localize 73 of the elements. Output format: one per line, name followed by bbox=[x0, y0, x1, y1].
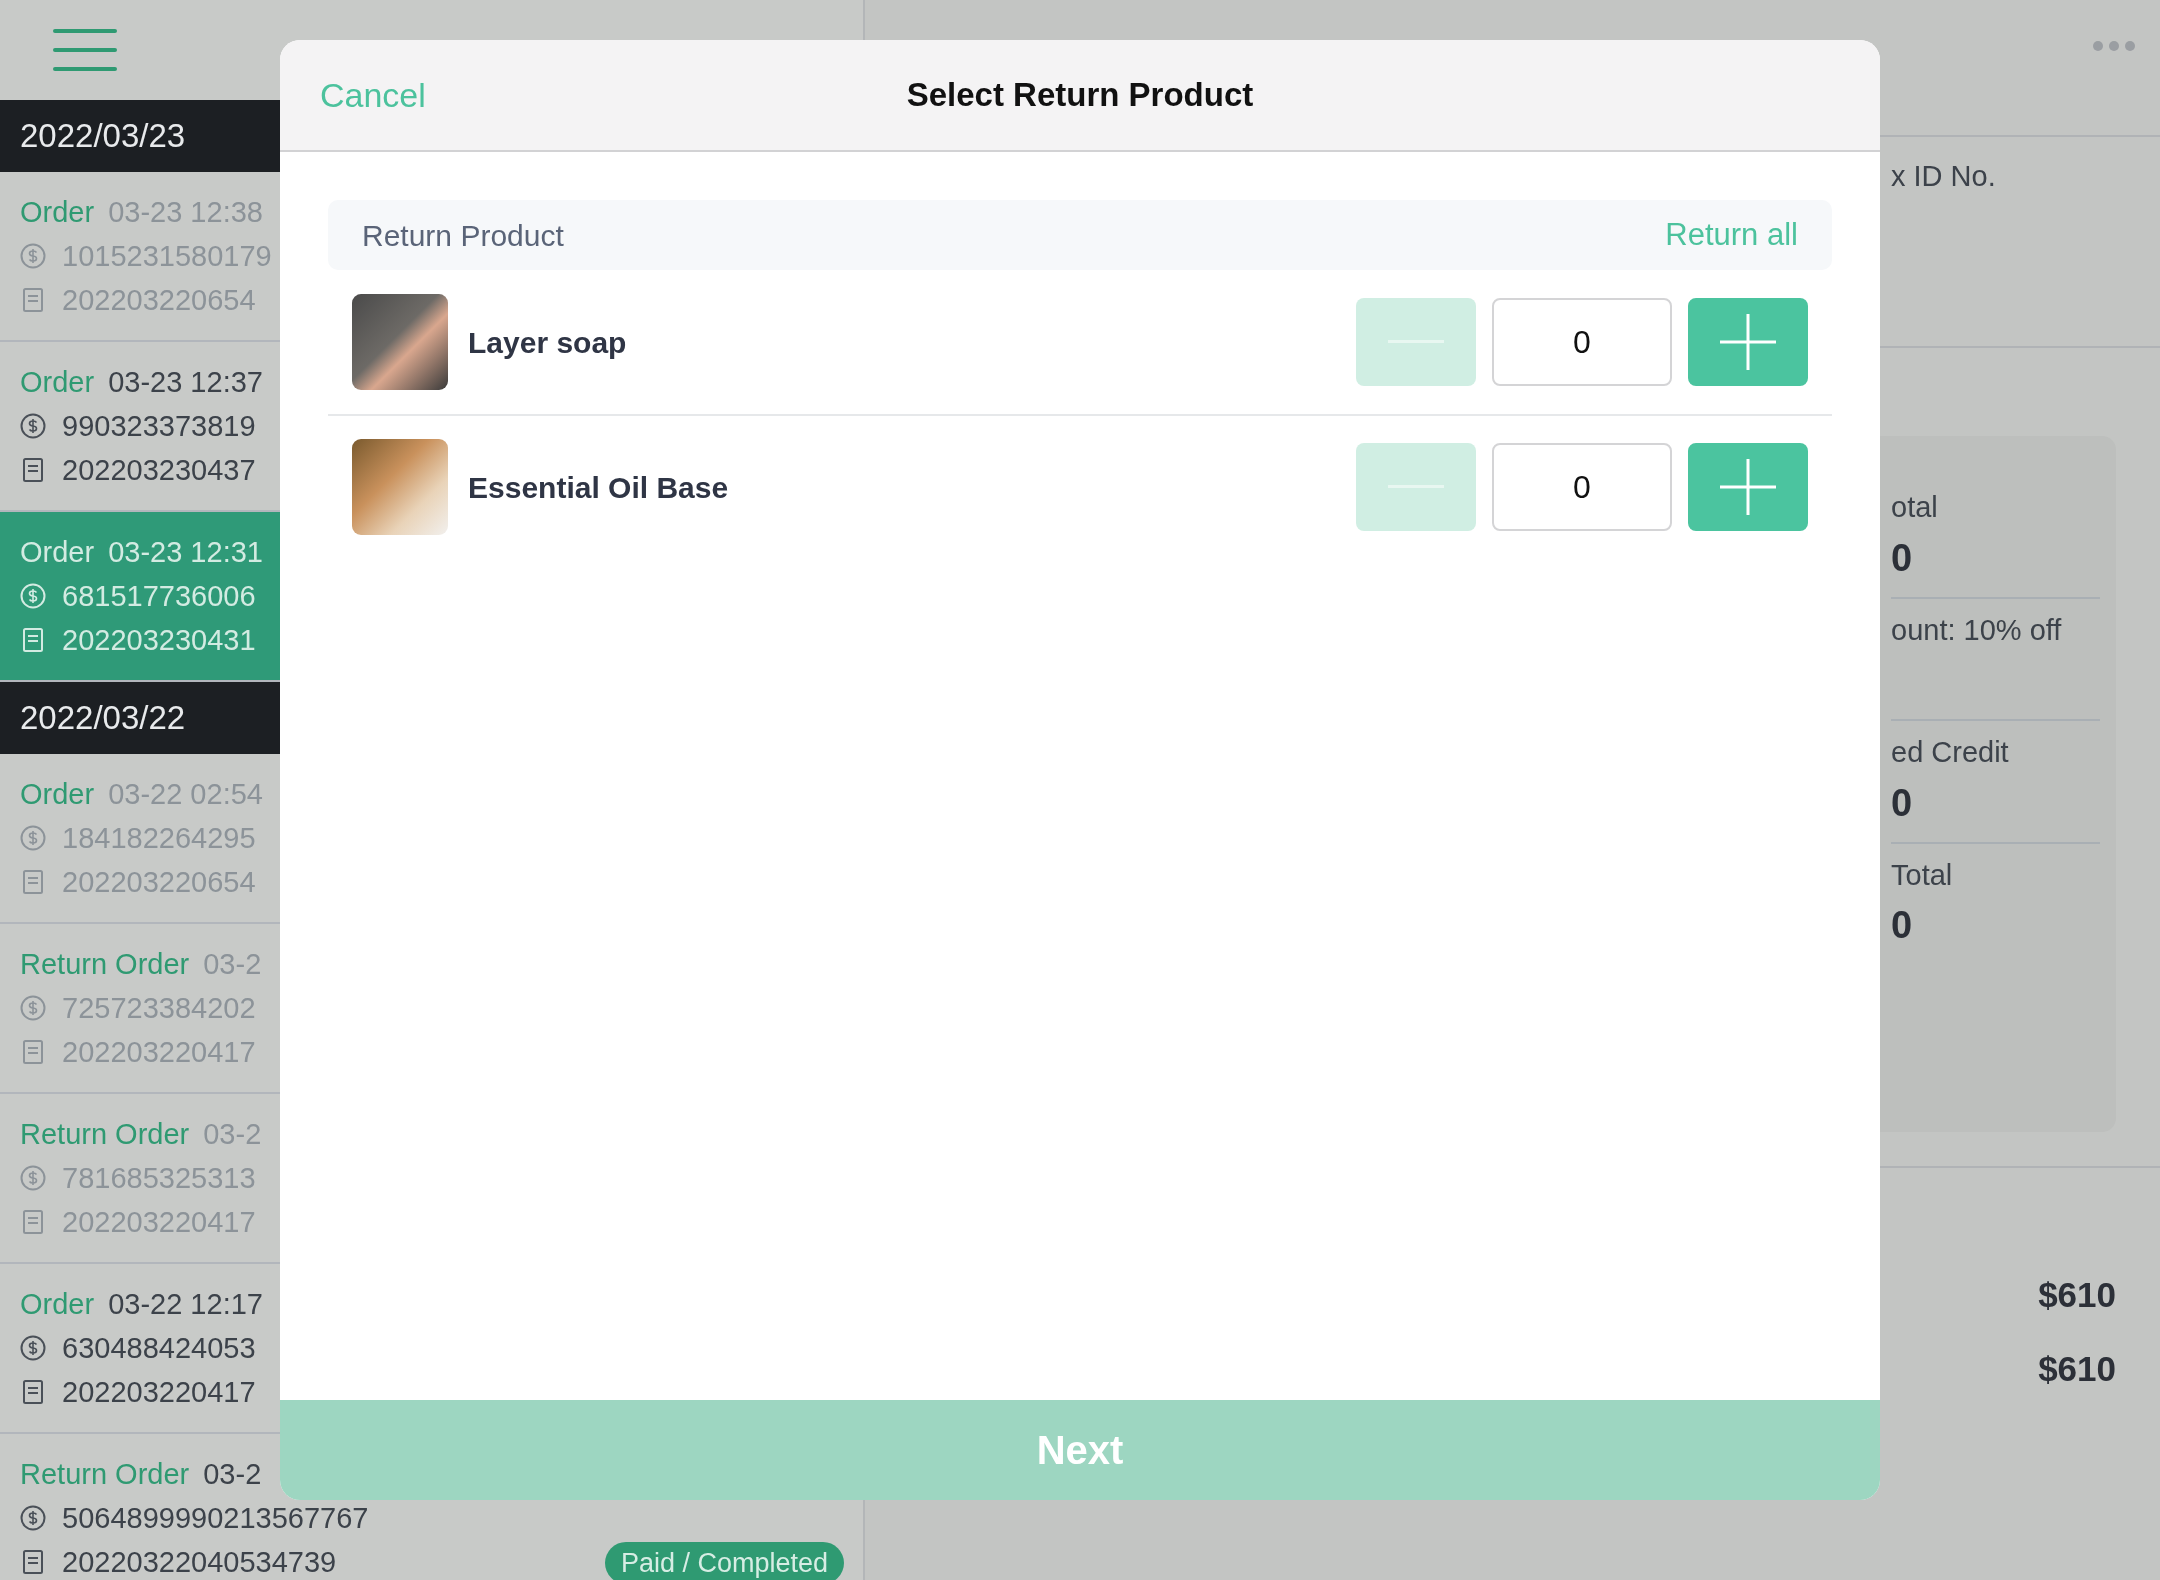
order-type: Return Order bbox=[20, 1457, 190, 1492]
dollar-icon bbox=[20, 1165, 46, 1191]
receipt-number: 202203220417 bbox=[62, 1375, 256, 1410]
order-type: Return Order bbox=[20, 1117, 190, 1152]
date-header: 2022/03/23 bbox=[20, 116, 186, 157]
plus-icon bbox=[1720, 459, 1776, 515]
receipt-icon bbox=[20, 287, 46, 313]
order-type: Order bbox=[20, 777, 95, 812]
tax-id-label: x ID No. bbox=[1891, 160, 1996, 192]
dollar-icon bbox=[20, 995, 46, 1021]
product-name: Layer soap bbox=[468, 324, 628, 361]
receipt-number: 202203220654 bbox=[62, 283, 256, 318]
product-name: Essential Oil Base bbox=[468, 469, 730, 506]
plus-button[interactable] bbox=[1688, 443, 1808, 531]
date-header: 2022/03/22 bbox=[20, 698, 186, 739]
quantity-field[interactable]: 0 bbox=[1492, 298, 1672, 386]
order-time: 03-2 bbox=[203, 1457, 262, 1492]
payment-number: 781685325313 bbox=[62, 1161, 256, 1196]
summary-value: 0 bbox=[1891, 535, 1914, 581]
receipt-icon bbox=[20, 1039, 46, 1065]
receipt-icon bbox=[20, 457, 46, 483]
summary-label: ount: 10% off bbox=[1891, 612, 2063, 648]
receipt-number: 202203230431 bbox=[62, 623, 256, 658]
receipt-number: 202203220654 bbox=[62, 865, 256, 900]
receipt-icon bbox=[20, 1549, 46, 1575]
summary-value: 0 bbox=[1891, 903, 1914, 948]
payment-number: 630488424053 bbox=[62, 1331, 256, 1366]
quantity-field[interactable]: 0 bbox=[1492, 443, 1672, 531]
order-time: 03-23 12:31 bbox=[108, 535, 263, 570]
order-time: 03-2 bbox=[203, 947, 262, 982]
order-time: 03-2 bbox=[203, 1117, 262, 1152]
dollar-icon bbox=[20, 1505, 46, 1531]
dollar-icon bbox=[20, 1335, 46, 1361]
order-time: 03-23 12:38 bbox=[108, 195, 263, 230]
receipt-icon bbox=[20, 1209, 46, 1235]
dollar-icon bbox=[20, 413, 46, 439]
dollar-icon bbox=[20, 825, 46, 851]
summary-label: Total bbox=[1891, 857, 1954, 893]
summary-value: 0 bbox=[1891, 780, 1914, 826]
amount: $610 bbox=[2038, 1275, 2116, 1314]
order-type: Order bbox=[20, 535, 95, 570]
order-time: 03-22 12:17 bbox=[108, 1287, 263, 1322]
section-label: Return Product bbox=[362, 217, 564, 254]
receipt-icon bbox=[20, 869, 46, 895]
payment-number: 725723384202 bbox=[62, 991, 256, 1026]
receipt-number: 202203220417 bbox=[62, 1205, 256, 1240]
order-time: 03-22 02:54 bbox=[108, 777, 263, 812]
receipt-number: 202203230437 bbox=[62, 453, 256, 488]
receipt-number: 202203220417 bbox=[62, 1035, 256, 1070]
receipt-icon bbox=[20, 627, 46, 653]
payment-number: 184182264295 bbox=[62, 821, 256, 856]
order-type: Return Order bbox=[20, 947, 190, 982]
more-icon bbox=[2092, 40, 2136, 52]
dollar-icon bbox=[20, 243, 46, 269]
order-type: Order bbox=[20, 365, 95, 400]
payment-number: 681517736006 bbox=[62, 579, 256, 614]
modal-title: Select Return Product bbox=[906, 75, 1254, 116]
order-type: Order bbox=[20, 1287, 95, 1322]
plus-button[interactable] bbox=[1688, 298, 1808, 386]
amount: $610 bbox=[2038, 1349, 2116, 1388]
receipt-icon bbox=[20, 1379, 46, 1405]
more-button[interactable] bbox=[2092, 40, 2136, 52]
status-badge: Paid / Completed bbox=[605, 1542, 845, 1580]
dollar-icon bbox=[20, 583, 46, 609]
payment-number: 5064899990213567767 bbox=[62, 1501, 369, 1536]
order-time: 03-23 12:37 bbox=[108, 365, 263, 400]
payment-number: 1015231580179 bbox=[62, 239, 272, 274]
summary-label: ed Credit bbox=[1891, 735, 2010, 770]
summary-label: otal bbox=[1891, 490, 1939, 525]
plus-icon bbox=[1720, 314, 1776, 370]
receipt-number: 20220322040534739 bbox=[62, 1545, 337, 1580]
order-type: Order bbox=[20, 195, 95, 230]
payment-number: 990323373819 bbox=[62, 409, 256, 444]
